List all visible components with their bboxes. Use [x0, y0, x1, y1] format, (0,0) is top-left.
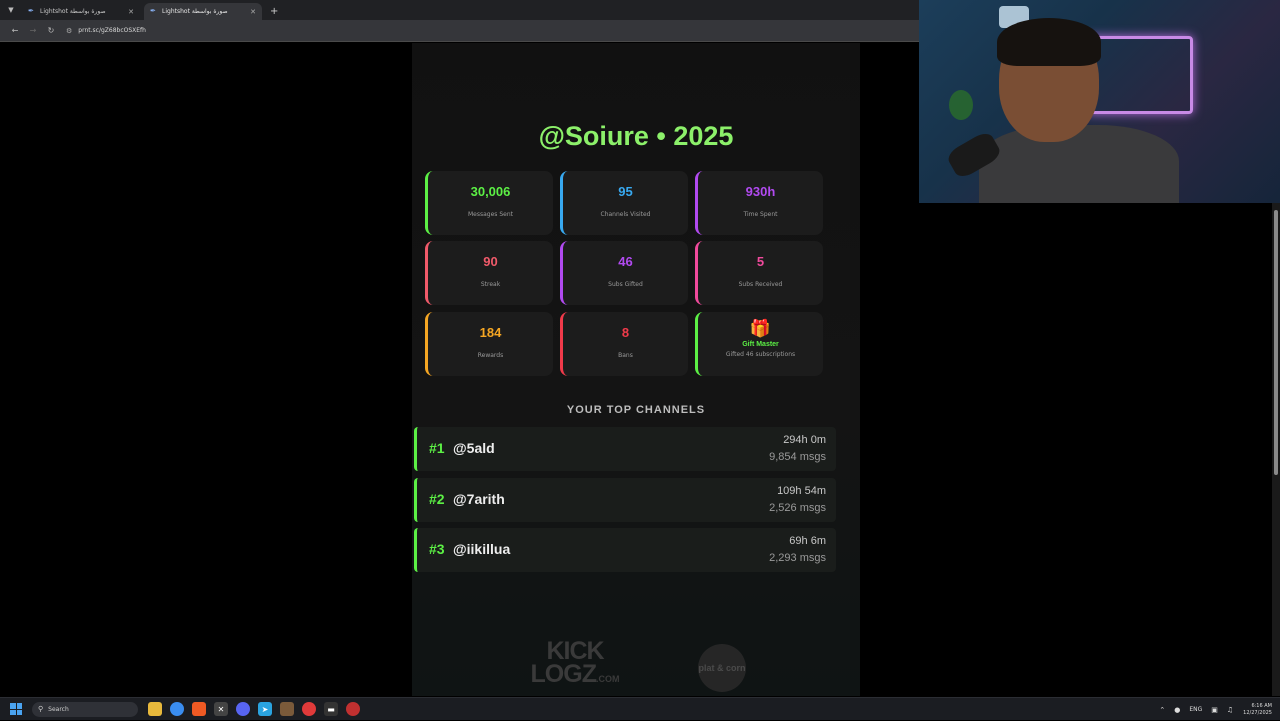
- channel-message-count: 2,526 msgs: [769, 502, 826, 514]
- stat-card-channels: 95 Channels Visited: [560, 171, 688, 235]
- telegram-icon[interactable]: ➤: [258, 702, 272, 716]
- network-icon[interactable]: ▣: [1211, 706, 1218, 714]
- stat-value: 90: [483, 254, 498, 269]
- file-explorer-icon[interactable]: [148, 702, 162, 716]
- stat-card-time: 930h Time Spent: [695, 171, 823, 235]
- tab-title: Lightshot صورة بواسطة: [162, 8, 228, 15]
- url-text: prnt.sc/gZ68bcOSXEfh: [78, 27, 146, 34]
- badge-card-gift-master: 🎁 Gift Master Gifted 46 subscriptions: [695, 312, 823, 376]
- logo-suffix: .COM: [595, 674, 620, 684]
- reload-icon[interactable]: ↻: [42, 26, 60, 35]
- stat-label: Subs Gifted: [608, 281, 643, 288]
- chrome-icon[interactable]: [170, 702, 184, 716]
- taskbar-clock[interactable]: 6:16 AM 12/27/2025: [1243, 703, 1272, 717]
- volume-icon[interactable]: ♫: [1227, 706, 1233, 714]
- stat-label: Bans: [618, 352, 633, 359]
- brave-icon[interactable]: [192, 702, 206, 716]
- channel-name: @7arith: [453, 491, 505, 507]
- webcam-person-hair: [997, 18, 1101, 66]
- stat-value: 930h: [745, 184, 776, 199]
- webcam-person-body: [979, 125, 1179, 203]
- tray-mic-icon[interactable]: ●: [1174, 706, 1180, 714]
- browser-tab-bar: ▼ ✒ Lightshot صورة بواسطة ✕ ✒ Lightshot …: [0, 0, 920, 20]
- stat-card-messages: 30,006 Messages Sent: [425, 171, 553, 235]
- search-label: Search: [48, 705, 69, 713]
- search-icon: ⚲: [38, 705, 44, 713]
- top-channel-row-1[interactable]: #1 @5ald 294h 0m 9,854 msgs: [414, 427, 836, 471]
- badge-subtitle: Gifted 46 subscriptions: [725, 351, 796, 358]
- tray-chevron-up-icon[interactable]: ⌃: [1159, 706, 1165, 714]
- logo-line-2: LOGZ: [530, 660, 597, 688]
- kicklogz-logo: KICK LOGZ.COM: [520, 639, 630, 691]
- webcam-green-light: [949, 90, 973, 120]
- taskbar-search[interactable]: ⚲ Search: [32, 701, 138, 717]
- webcam-overlay: [919, 0, 1280, 203]
- stat-card-rewards: 184 Rewards: [425, 312, 553, 376]
- app-icon[interactable]: [280, 702, 294, 716]
- back-arrow-icon[interactable]: ←: [6, 26, 24, 35]
- address-bar[interactable]: ⚙ prnt.sc/gZ68bcOSXEfh: [66, 27, 146, 35]
- stat-value: 184: [479, 325, 502, 340]
- platcorn-logo: plat & corn: [698, 644, 746, 692]
- windows-taskbar: ⚲ Search ✕ ➤ ▬ ⌃ ● ENG ▣ ♫ 6:16 AM 12/27…: [0, 697, 1280, 720]
- lightshot-feather-icon: ✒: [28, 7, 34, 15]
- stat-label: Rewards: [477, 352, 504, 359]
- tab-search-chevron-icon[interactable]: ▼: [4, 2, 18, 18]
- site-info-icon[interactable]: ⚙: [66, 27, 72, 35]
- badge-title: Gift Master: [742, 341, 779, 348]
- notification-app-icon[interactable]: [302, 702, 316, 716]
- stat-label: Time Spent: [743, 211, 778, 218]
- stat-card-subs-gifted: 46 Subs Gifted: [560, 241, 688, 305]
- channel-message-count: 2,293 msgs: [769, 552, 826, 564]
- top-channel-row-2[interactable]: #2 @7arith 109h 54m 2,526 msgs: [414, 478, 836, 522]
- stat-value: 5: [756, 254, 765, 269]
- clock-date: 12/27/2025: [1243, 709, 1272, 716]
- stat-card-streak: 90 Streak: [425, 241, 553, 305]
- channel-name: @iikillua: [453, 541, 511, 557]
- xbox-icon[interactable]: ✕: [214, 702, 228, 716]
- stat-card-bans: 8 Bans: [560, 312, 688, 376]
- taskbar-apps: ✕ ➤ ▬: [144, 702, 364, 716]
- tab-close-icon[interactable]: ✕: [250, 8, 256, 16]
- clock-time: 6:16 AM: [1251, 702, 1272, 709]
- channel-watch-time: 294h 0m: [783, 434, 826, 446]
- scrollbar-thumb[interactable]: [1274, 210, 1278, 475]
- channel-message-count: 9,854 msgs: [769, 451, 826, 463]
- stat-label: Channels Visited: [600, 211, 651, 218]
- stat-label: Subs Received: [738, 281, 783, 288]
- channel-rank: #2: [429, 491, 445, 507]
- stat-label: Messages Sent: [468, 211, 513, 218]
- stat-value: 46: [618, 254, 633, 269]
- wrapped-card: @Soiure • 2025 30,006 Messages Sent 95 C…: [412, 43, 860, 696]
- stat-value: 8: [621, 325, 630, 340]
- browser-toolbar: ← → ↻ ⚙ prnt.sc/gZ68bcOSXEfh: [0, 20, 920, 42]
- stat-value: 95: [618, 184, 633, 199]
- browser-tab-1[interactable]: ✒ Lightshot صورة بواسطة ✕: [22, 3, 140, 20]
- stat-label: Streak: [480, 281, 501, 288]
- language-indicator[interactable]: ENG: [1189, 706, 1202, 713]
- tab-title: Lightshot صورة بواسطة: [40, 8, 106, 15]
- new-tab-plus-icon[interactable]: +: [270, 6, 278, 17]
- webcam-neon-frame: [1087, 36, 1193, 114]
- app-icon[interactable]: ▬: [324, 702, 338, 716]
- stat-card-subs-received: 5 Subs Received: [695, 241, 823, 305]
- channel-watch-time: 69h 6m: [789, 535, 826, 547]
- channel-rank: #1: [429, 440, 445, 456]
- section-heading: YOUR TOP CHANNELS: [566, 404, 706, 416]
- lightshot-feather-icon: ✒: [150, 7, 156, 15]
- discord-icon[interactable]: [236, 702, 250, 716]
- channel-rank: #3: [429, 541, 445, 557]
- forward-arrow-icon[interactable]: →: [24, 26, 42, 35]
- obs-icon[interactable]: [346, 702, 360, 716]
- tab-close-icon[interactable]: ✕: [128, 8, 134, 16]
- stat-value: 30,006: [470, 184, 511, 199]
- gift-icon: 🎁: [749, 319, 772, 339]
- windows-start-icon[interactable]: [10, 703, 22, 715]
- top-channel-row-3[interactable]: #3 @iikillua 69h 6m 2,293 msgs: [414, 528, 836, 572]
- page-title: @Soiure • 2025: [538, 121, 734, 151]
- browser-tab-2[interactable]: ✒ Lightshot صورة بواسطة ✕: [144, 3, 262, 20]
- channel-name: @5ald: [453, 440, 495, 456]
- system-tray: ⌃ ● ENG ▣ ♫ 6:16 AM 12/27/2025: [1150, 698, 1272, 721]
- channel-watch-time: 109h 54m: [777, 485, 826, 497]
